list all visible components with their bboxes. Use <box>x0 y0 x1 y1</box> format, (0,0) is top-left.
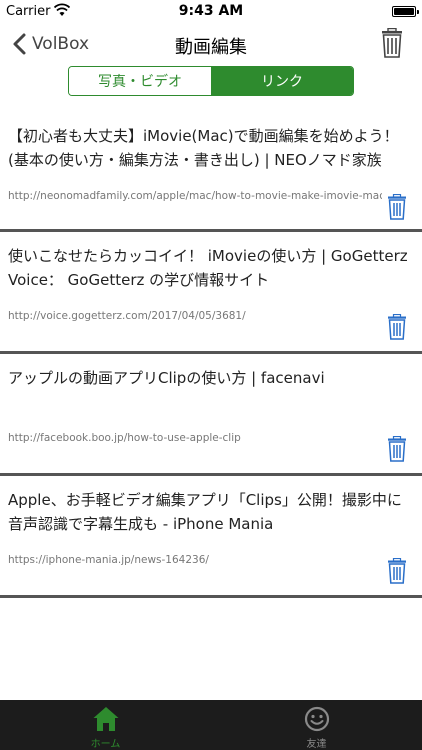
battery-icon <box>392 6 419 17</box>
segmented-control: 写真・ビデオ リンク <box>68 66 354 96</box>
link-url: https://iphone-mania.jp/news-164236/ <box>8 554 209 566</box>
link-title: 【初心者も大丈夫】iMovie(Mac)で動画編集を始めよう！(基本の使い方・編… <box>8 127 399 169</box>
clock: 9:43 AM <box>178 3 244 19</box>
link-title: アップルの動画アプリClipの使い方 | facenavi <box>8 369 325 387</box>
list-item[interactable]: Apple、お手軽ビデオ編集アプリ「Clips」公開！撮影中に音声認識で字幕生成… <box>0 476 422 598</box>
trash-icon[interactable] <box>387 194 407 220</box>
segment-links[interactable]: リンク <box>211 67 353 95</box>
tab-label: 友達 <box>306 739 327 750</box>
link-url: http://voice.gogetterz.com/2017/04/05/36… <box>8 310 246 322</box>
list-item[interactable]: 使いこなせたらカッコイイ！ iMovieの使い方 | GoGetterz Voi… <box>0 232 422 354</box>
status-bar: Carrier 9:43 AM <box>0 0 422 24</box>
segment-photos-videos[interactable]: 写真・ビデオ <box>69 67 211 95</box>
link-url: http://facebook.boo.jp/how-to-use-apple-… <box>8 432 241 444</box>
link-list: 【初心者も大丈夫】iMovie(Mac)で動画編集を始めよう！(基本の使い方・編… <box>0 110 422 598</box>
trash-icon[interactable] <box>387 558 407 584</box>
home-icon <box>93 707 118 731</box>
tab-friends[interactable]: 友達 <box>211 700 422 750</box>
smiley-icon <box>304 706 329 732</box>
trash-icon[interactable] <box>387 436 407 462</box>
tab-home[interactable]: ホーム <box>0 700 211 750</box>
tab-bar: ホーム 友達 <box>0 700 422 750</box>
trash-icon[interactable] <box>380 28 404 58</box>
link-title: Apple、お手軽ビデオ編集アプリ「Clips」公開！撮影中に音声認識で字幕生成… <box>8 491 402 533</box>
list-item[interactable]: 【初心者も大丈夫】iMovie(Mac)で動画編集を始めよう！(基本の使い方・編… <box>0 110 422 232</box>
list-item[interactable]: アップルの動画アプリClipの使い方 | facenavi http://fac… <box>0 354 422 476</box>
tab-label: ホーム <box>90 739 121 750</box>
link-title: 使いこなせたらカッコイイ！ iMovieの使い方 | GoGetterz Voi… <box>8 247 408 289</box>
page-title: 動画編集 <box>175 37 247 58</box>
link-url: http://neonomadfamily.com/apple/mac/how-… <box>8 190 382 202</box>
navigation-bar: VolBox 動画編集 <box>0 24 422 64</box>
trash-icon[interactable] <box>387 314 407 340</box>
